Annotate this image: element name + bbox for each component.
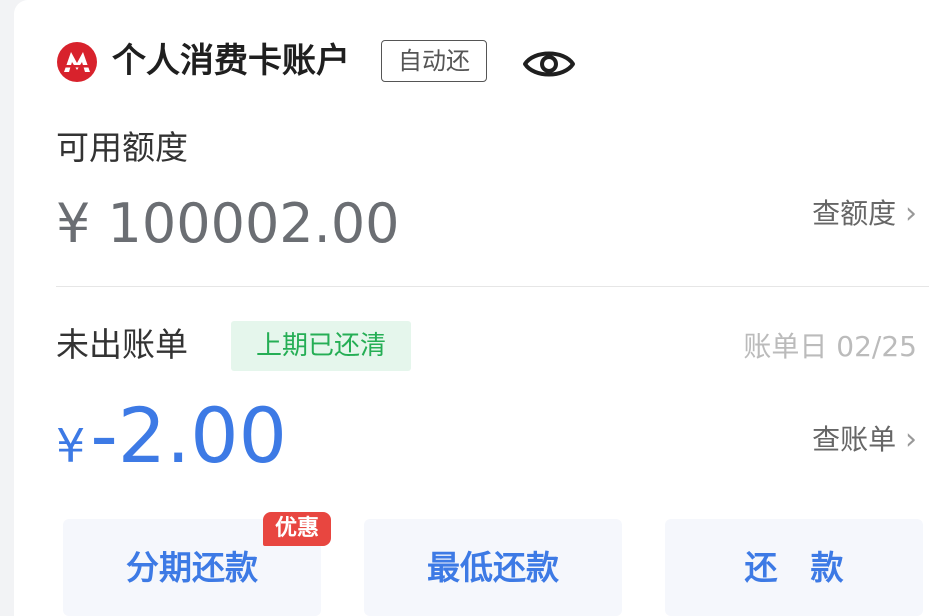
- unbilled-amount: ¥ -2.00: [56, 396, 287, 497]
- unbilled-label: 未出账单: [56, 325, 188, 364]
- available-credit-label: 可用额度: [56, 128, 188, 167]
- view-credit-link[interactable]: 查额度 ›: [812, 194, 917, 234]
- currency-symbol: ¥: [56, 419, 86, 473]
- bank-logo-icon: [57, 42, 97, 82]
- view-bill-label: 查账单: [812, 423, 897, 456]
- promo-badge: 优惠: [263, 512, 331, 546]
- view-credit-label: 查额度: [812, 197, 897, 230]
- auto-repay-badge[interactable]: 自动还: [381, 40, 487, 82]
- eye-icon[interactable]: [522, 44, 576, 84]
- available-credit-amount: ¥ 100002.00: [56, 192, 400, 255]
- chevron-right-icon: ›: [905, 196, 917, 231]
- repay-button[interactable]: 还 款: [665, 519, 923, 616]
- status-badge: 上期已还清: [231, 321, 411, 371]
- view-bill-link[interactable]: 查账单 ›: [812, 420, 917, 460]
- bill-date: 账单日 02/25: [743, 330, 917, 363]
- account-title: 个人消费卡账户: [112, 41, 350, 81]
- divider: [56, 286, 929, 287]
- account-card: 个人消费卡账户 自动还 可用额度 ¥ 100002.00 查额度 › 未出账单 …: [14, 0, 929, 616]
- chevron-right-icon: ›: [905, 422, 917, 457]
- unbilled-amount-value: -2.00: [90, 391, 288, 480]
- minimum-repay-button[interactable]: 最低还款: [364, 519, 622, 616]
